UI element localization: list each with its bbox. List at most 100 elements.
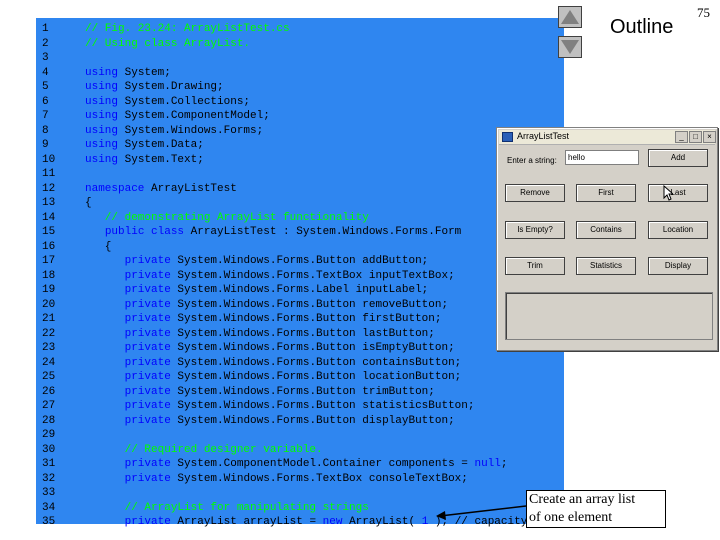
code-line: private System.Windows.Forms.Button trim… (85, 385, 435, 400)
code-comment: // demonstrating ArrayList functionality (85, 211, 369, 224)
input-textbox[interactable] (565, 150, 639, 165)
line-number: 15 (42, 226, 56, 238)
window-title: ArrayListTest (517, 131, 570, 141)
line-number: 24 (42, 356, 56, 369)
last-button[interactable]: Last (648, 184, 708, 202)
line-number: 11 (42, 168, 56, 180)
line-number: 10 (42, 153, 56, 166)
code-comment: // Using class ArrayList. (85, 37, 251, 50)
line-number: 5 (42, 81, 49, 93)
code-text: { (85, 197, 92, 209)
slide-number: 75 (697, 5, 710, 20)
code-keyword: private (124, 284, 171, 296)
line-number: 3 (42, 52, 49, 64)
console-textbox[interactable] (505, 292, 713, 340)
code-text: ArrayListTest : System.Windows.Forms.For… (184, 226, 462, 238)
code-line: { (85, 196, 92, 211)
line-number: 21 (42, 313, 56, 325)
code-line: private System.Windows.Forms.Button cont… (85, 356, 462, 371)
line-number: 28 (42, 414, 56, 427)
code-line: private System.Windows.Forms.Button disp… (85, 414, 455, 429)
code-keyword: private (124, 298, 171, 311)
code-line: private System.Windows.Forms.Button stat… (85, 399, 475, 414)
code-line: using System.Collections; (85, 95, 250, 110)
maximize-button[interactable]: □ (689, 131, 702, 143)
next-slide-button[interactable] (558, 36, 582, 58)
first-button[interactable]: First (576, 184, 636, 202)
display-button[interactable]: Display (648, 257, 708, 275)
callout-line-1: Create an array list (529, 492, 636, 507)
code-text: ArrayList( (342, 516, 422, 528)
line-number: 17 (42, 255, 56, 267)
code-text: ; (500, 458, 508, 470)
app-window-icon (502, 132, 513, 142)
code-text: System.Windows.Forms; (118, 124, 264, 137)
window-title-bar[interactable]: ArrayListTest _ □ × (499, 130, 716, 145)
line-number: 23 (42, 342, 56, 354)
line-number: 19 (42, 284, 56, 296)
is-empty-button[interactable]: Is Empty? (505, 221, 565, 239)
input-label: Enter a string: (507, 156, 557, 165)
close-button[interactable]: × (703, 131, 716, 143)
code-line: private System.ComponentModel.Container … (85, 457, 508, 472)
remove-button[interactable]: Remove (505, 184, 565, 202)
code-keyword: using (85, 139, 119, 151)
add-button[interactable]: Add (648, 149, 708, 167)
line-number: 16 (42, 240, 56, 253)
line-number: 4 (42, 66, 49, 79)
callout-line-2: of one element (529, 510, 613, 525)
code-text: ArrayListTest (144, 182, 237, 195)
code-text: System.Windows.Forms.Button lastButton; (170, 327, 435, 340)
line-number: 29 (42, 429, 56, 441)
code-keyword: namespace (85, 182, 145, 195)
mouse-cursor-icon (663, 185, 673, 201)
line-number: 13 (42, 197, 56, 209)
outline-title: Outline (610, 16, 674, 38)
minimize-button[interactable]: _ (675, 131, 688, 143)
code-line: using System.Data; (85, 138, 204, 153)
code-line: // Required designer variable. (85, 443, 323, 458)
code-text: System.Windows.Forms.TextBox consoleText… (170, 472, 468, 485)
line-number: 26 (42, 385, 56, 398)
code-line: private System.Windows.Forms.Button isEm… (85, 341, 455, 356)
line-number: 6 (42, 95, 49, 108)
code-keyword: private (124, 269, 171, 282)
code-line: private System.Windows.Forms.TextBox con… (85, 472, 468, 487)
code-comment: // ArrayList for manipulating strings (85, 501, 369, 514)
statistics-button[interactable]: Statistics (576, 257, 636, 275)
line-number: 14 (42, 211, 56, 224)
code-keyword: private (124, 327, 171, 340)
code-keyword: private (124, 516, 171, 528)
code-line: public class ArrayListTest : System.Wind… (85, 225, 461, 240)
code-keyword: private (124, 385, 171, 398)
code-text: { (85, 240, 112, 253)
code-text: System.Windows.Forms.Button locationButt… (170, 371, 462, 383)
line-number: 1 (42, 23, 49, 35)
code-keyword: using (85, 110, 119, 122)
code-text: ArrayList arrayList = (170, 516, 323, 528)
trim-button[interactable]: Trim (505, 257, 565, 275)
code-line: private ArrayList arrayList = new ArrayL… (85, 515, 561, 530)
line-number: 22 (42, 327, 56, 340)
line-number: 34 (42, 501, 56, 514)
code-comment: // Required designer variable. (85, 443, 323, 456)
code-line: // Fig. 23.24: ArrayListTest.cs (85, 22, 290, 37)
contains-button[interactable]: Contains (576, 221, 636, 239)
code-keyword: null (474, 458, 501, 470)
previous-slide-button[interactable] (558, 6, 582, 28)
code-line: using System; (85, 66, 171, 81)
location-button[interactable]: Location (648, 221, 708, 239)
code-line: private System.Windows.Forms.Button addB… (85, 254, 429, 269)
line-number: 7 (42, 110, 49, 122)
code-line: { (85, 240, 112, 255)
